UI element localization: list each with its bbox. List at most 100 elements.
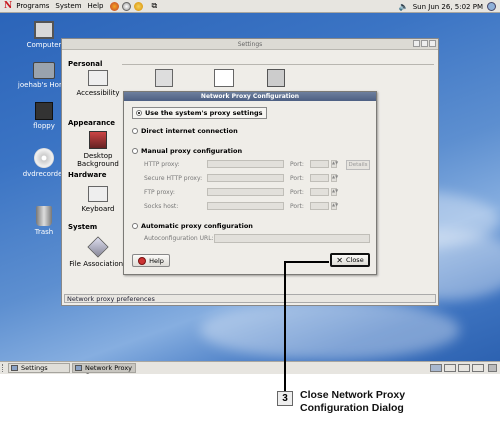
workspace-4[interactable] bbox=[472, 364, 484, 372]
close-window-button[interactable] bbox=[429, 40, 436, 47]
computer-icon bbox=[34, 21, 54, 39]
secure-http-input[interactable] bbox=[207, 174, 284, 182]
close-label: Close bbox=[345, 256, 364, 264]
category-hardware: Hardware bbox=[68, 171, 107, 179]
network-icon[interactable] bbox=[487, 2, 496, 11]
desktop-icon-label: Trash bbox=[34, 228, 54, 236]
firefox-icon[interactable] bbox=[109, 1, 119, 11]
radio-direct[interactable] bbox=[132, 128, 138, 134]
help-label: Help bbox=[149, 256, 164, 265]
task-network-proxy[interactable]: Network Proxy Co bbox=[72, 363, 136, 374]
dvd-icon bbox=[34, 148, 54, 168]
autoconfig-url-input[interactable] bbox=[214, 234, 370, 243]
socks-host-input[interactable] bbox=[207, 202, 284, 210]
desktop-icon-label: floppy bbox=[33, 122, 55, 130]
home-folder-icon bbox=[33, 62, 55, 79]
distro-logo-icon[interactable]: N bbox=[4, 1, 12, 11]
close-button[interactable]: ✕ Close bbox=[330, 253, 370, 267]
keyboard-icon bbox=[88, 186, 108, 202]
step-number-badge: 3 bbox=[277, 391, 293, 406]
status-bar: Network proxy preferences bbox=[64, 294, 436, 303]
network-icon[interactable] bbox=[267, 69, 285, 87]
settings-item-accessibility[interactable]: Accessibility bbox=[67, 70, 129, 97]
socks-port-spinner[interactable]: ▲▼ bbox=[331, 202, 338, 210]
port-label: Port: bbox=[290, 189, 304, 196]
settings-titlebar[interactable]: Settings bbox=[62, 39, 438, 50]
http-proxy-input[interactable] bbox=[207, 160, 284, 168]
wallpaper-cloud bbox=[200, 300, 460, 360]
callout-leader-vertical bbox=[284, 261, 286, 391]
port-label: Port: bbox=[290, 175, 304, 182]
help-button[interactable]: Help bbox=[132, 254, 170, 267]
volume-icon[interactable]: 🔈 bbox=[399, 2, 409, 11]
ftp-port-spinner[interactable]: ▲▼ bbox=[331, 188, 338, 196]
option-label: Automatic proxy configuration bbox=[141, 222, 253, 230]
desktop-icon-label: dvdrecorder bbox=[22, 170, 66, 178]
menu-help[interactable]: Help bbox=[88, 2, 104, 10]
office-icon[interactable] bbox=[133, 1, 143, 11]
bottom-panel: Settings Network Proxy Co bbox=[0, 361, 500, 374]
http-proxy-label: HTTP proxy: bbox=[144, 161, 180, 168]
workspace-3[interactable] bbox=[458, 364, 470, 372]
separator bbox=[122, 64, 434, 65]
option-label: Manual proxy configuration bbox=[141, 147, 243, 155]
option-label: Use the system's proxy settings bbox=[145, 109, 263, 117]
panel-handle[interactable] bbox=[2, 364, 7, 372]
settings-title: Settings bbox=[237, 41, 263, 48]
desktop-screen: N Programs System Help ⧉ 🔈 Sun Jun 26, 5… bbox=[0, 0, 500, 374]
secure-http-label: Secure HTTP proxy: bbox=[144, 175, 203, 182]
settings-item-label: Keyboard bbox=[81, 205, 115, 213]
close-icon: ✕ bbox=[336, 255, 343, 265]
option-manual[interactable]: Manual proxy configuration bbox=[132, 147, 242, 155]
desktop-icon-label: Computer bbox=[26, 41, 62, 49]
task-settings[interactable]: Settings bbox=[8, 363, 70, 373]
menu-programs[interactable]: Programs bbox=[16, 2, 49, 10]
settings-item-keyboard[interactable]: Keyboard bbox=[67, 186, 129, 213]
calendar-icon[interactable] bbox=[214, 69, 234, 87]
ftp-port-input[interactable] bbox=[310, 188, 329, 196]
workspace-2[interactable] bbox=[444, 364, 456, 372]
ftp-proxy-input[interactable] bbox=[207, 188, 284, 196]
trash-applet-icon[interactable] bbox=[488, 364, 497, 372]
minimize-button[interactable] bbox=[413, 40, 420, 47]
callout-text: Close Network Proxy Configuration Dialog bbox=[300, 389, 406, 414]
settings-item-label: Desktop Background bbox=[77, 152, 119, 168]
details-button[interactable]: Details bbox=[346, 160, 370, 170]
keyboard-icon bbox=[88, 70, 108, 86]
file-associations-icon bbox=[87, 236, 109, 258]
socks-host-label: Socks host: bbox=[144, 203, 179, 210]
option-frame: Use the system's proxy settings bbox=[132, 107, 267, 119]
radio-manual[interactable] bbox=[132, 148, 138, 154]
settings-item-desktop-background[interactable]: Desktop Background bbox=[67, 131, 129, 168]
workspace-1[interactable] bbox=[430, 364, 442, 372]
radio-system-proxy[interactable] bbox=[136, 110, 142, 116]
show-desktop-icon[interactable]: ⧉ bbox=[152, 1, 158, 11]
ftp-proxy-label: FTP proxy: bbox=[144, 189, 175, 196]
settings-item-file-associations[interactable]: File Associations bbox=[67, 236, 129, 268]
floppy-icon bbox=[35, 102, 53, 120]
window-icon bbox=[75, 365, 82, 371]
settings-item-label: File Associations bbox=[69, 260, 127, 268]
option-auto[interactable]: Automatic proxy configuration bbox=[132, 222, 253, 230]
maximize-button[interactable] bbox=[421, 40, 428, 47]
menu-system[interactable]: System bbox=[55, 2, 81, 10]
clock[interactable]: Sun Jun 26, 5:02 PM bbox=[413, 3, 483, 11]
wallpaper-icon bbox=[89, 131, 107, 149]
http-port-spinner[interactable]: ▲▼ bbox=[331, 160, 338, 168]
window-icon bbox=[11, 365, 18, 371]
socks-port-input[interactable] bbox=[310, 202, 329, 210]
radio-auto[interactable] bbox=[132, 223, 138, 229]
http-port-input[interactable] bbox=[310, 160, 329, 168]
port-label: Port: bbox=[290, 161, 304, 168]
option-label: Direct internet connection bbox=[141, 127, 238, 135]
task-label: Network Proxy Co bbox=[85, 364, 133, 374]
people-icon[interactable] bbox=[155, 69, 173, 87]
category-appearance: Appearance bbox=[68, 119, 115, 127]
dialog-titlebar[interactable]: Network Proxy Configuration bbox=[124, 92, 376, 101]
secure-port-spinner[interactable]: ▲▼ bbox=[331, 174, 338, 182]
secure-port-input[interactable] bbox=[310, 174, 329, 182]
option-direct[interactable]: Direct internet connection bbox=[132, 127, 238, 135]
option-system-proxy[interactable]: Use the system's proxy settings bbox=[132, 107, 267, 119]
mail-icon[interactable] bbox=[121, 1, 131, 11]
callout-leader-horizontal bbox=[285, 261, 329, 263]
